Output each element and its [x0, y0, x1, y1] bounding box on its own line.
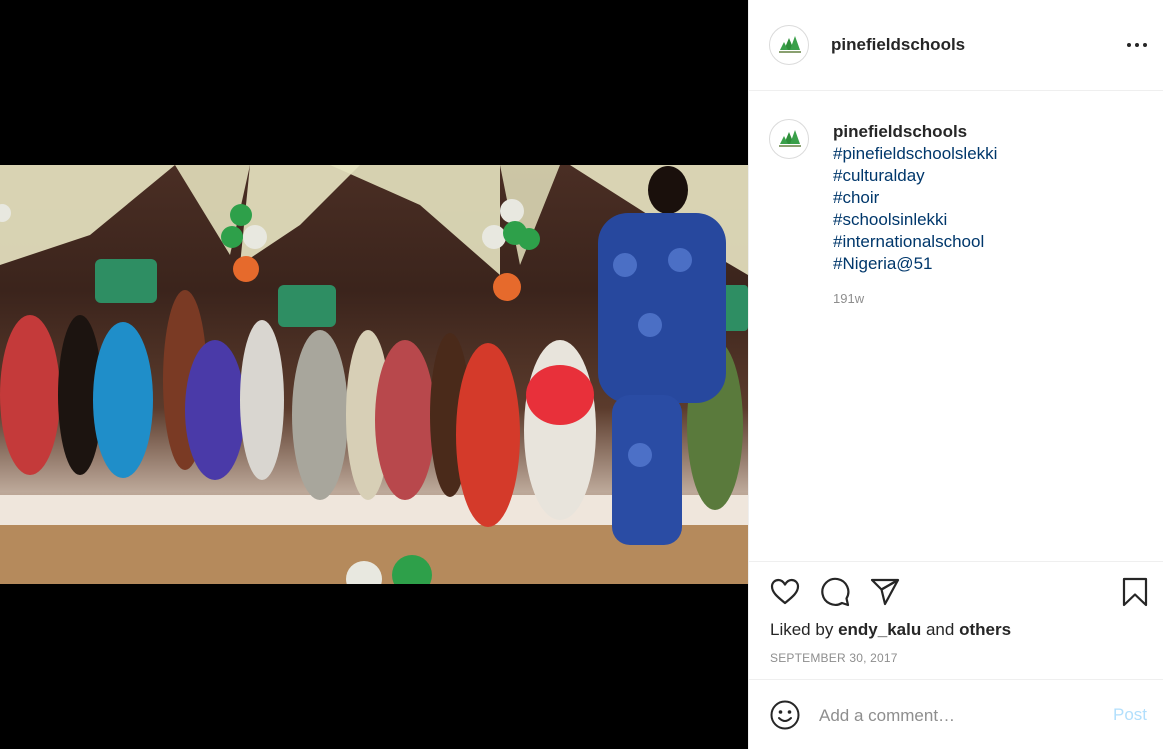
comment-bar: Post [749, 679, 1163, 749]
post-media[interactable] [0, 0, 748, 749]
caption-username[interactable]: pinefieldschools [833, 122, 967, 142]
hashtag-link[interactable]: #schoolsinlekki [833, 209, 997, 231]
post-photo[interactable] [0, 165, 748, 584]
post-actions: Liked by endy_kalu and others SEPTEMBER … [749, 561, 1163, 679]
likes-summary: Liked by endy_kalu and others [770, 620, 1011, 640]
comment-bubble-icon[interactable] [819, 576, 851, 608]
school-logo-icon [779, 130, 801, 147]
avatar[interactable] [769, 25, 809, 65]
heart-icon[interactable] [769, 576, 801, 608]
comment-input[interactable] [819, 702, 1099, 730]
hashtag-link[interactable]: #choir [833, 187, 997, 209]
caption-time-ago[interactable]: 191w [833, 291, 864, 306]
hashtag-link[interactable]: #internationalschool [833, 231, 997, 253]
paper-plane-icon[interactable] [869, 576, 901, 608]
likes-and: and [925, 620, 955, 639]
hashtag-link[interactable]: #pinefieldschoolslekki [833, 143, 997, 165]
hashtag-link[interactable]: #culturalday [833, 165, 997, 187]
post-date[interactable]: SEPTEMBER 30, 2017 [770, 651, 898, 665]
hashtag-link[interactable]: #Nigeria@51 [833, 253, 997, 275]
smiley-icon[interactable] [769, 699, 801, 731]
more-options-icon[interactable] [1125, 35, 1149, 55]
post-side-panel: pinefieldschools pinefieldschools #pinef… [748, 0, 1163, 749]
caption-avatar[interactable] [769, 119, 809, 159]
liked-by-user-link[interactable]: endy_kalu [838, 620, 921, 639]
post-header: pinefieldschools [749, 0, 1163, 91]
post-author-username[interactable]: pinefieldschools [831, 35, 965, 55]
school-logo-icon [779, 36, 801, 53]
likes-prefix: Liked by [770, 620, 834, 639]
post-comment-button[interactable]: Post [1113, 705, 1147, 725]
hashtag-list: #pinefieldschoolslekki #culturalday #cho… [833, 143, 997, 275]
post-caption: pinefieldschools #pinefieldschoolslekki … [749, 91, 1163, 561]
bookmark-icon[interactable] [1119, 576, 1151, 608]
likes-others-link[interactable]: others [959, 620, 1011, 639]
post-photo-illustration [0, 165, 748, 584]
